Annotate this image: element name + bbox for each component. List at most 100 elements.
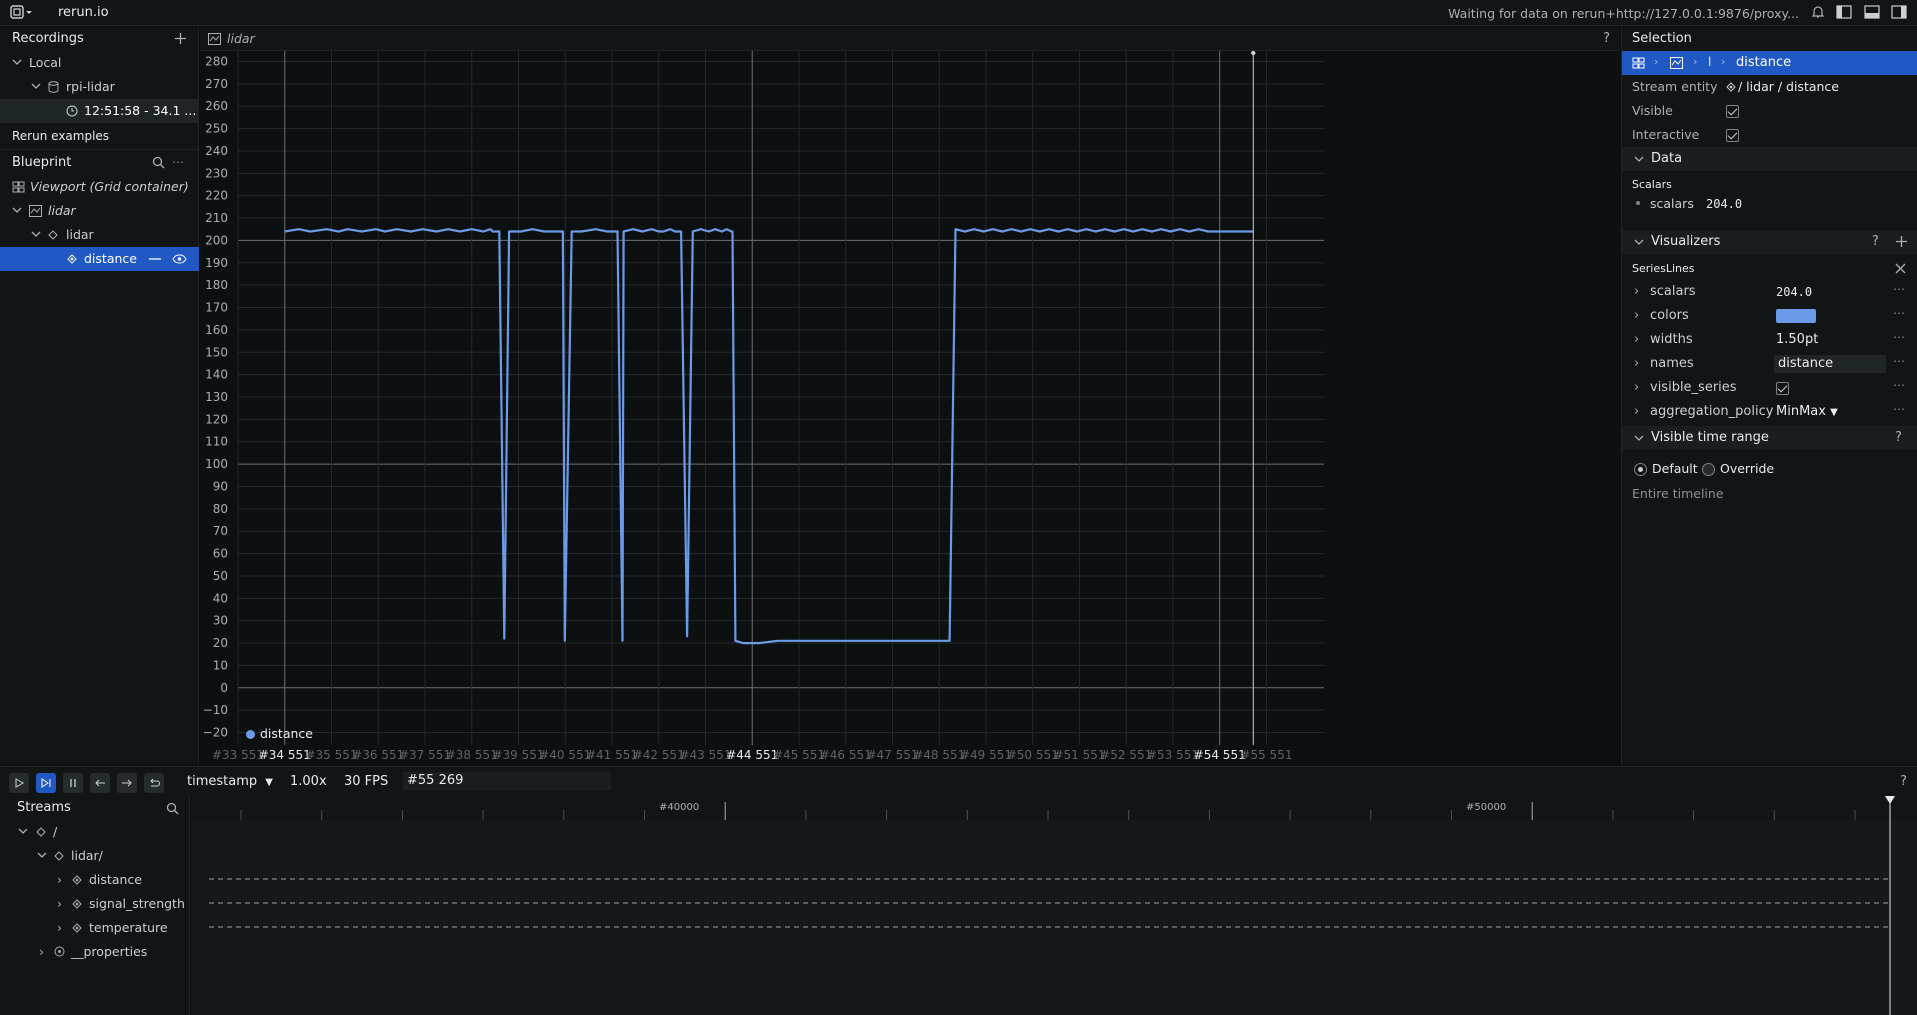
- top-bar: rerun.io Waiting for data on rerun+http:…: [0, 0, 1917, 26]
- stream-child-label: temperature: [89, 920, 168, 935]
- dropdown-caret-icon: ▼: [1830, 407, 1838, 418]
- chevron-down-icon: [1634, 239, 1644, 246]
- more-options-icon[interactable]: ⋯: [1893, 306, 1906, 320]
- toggle-left-panel-icon[interactable]: [1836, 5, 1852, 19]
- timeline-panel[interactable]: #40000 #50000: [191, 796, 1917, 1015]
- override-radio[interactable]: [1702, 463, 1715, 476]
- notifications-bell-icon[interactable]: [1811, 5, 1825, 19]
- time-range-help-icon[interactable]: ?: [1895, 426, 1902, 450]
- entity-diamond-icon: [67, 254, 77, 264]
- current-time-field[interactable]: #55 269: [403, 772, 611, 790]
- stream-root-label: /: [53, 824, 58, 839]
- visualizers-help-icon[interactable]: ?: [1872, 230, 1879, 254]
- stream-signal-strength[interactable]: › signal_strength: [0, 892, 190, 916]
- time-range-section-header[interactable]: Visible time range ?: [1622, 426, 1917, 450]
- view-tab-title[interactable]: lidar: [227, 31, 255, 46]
- step-forward-button[interactable]: [117, 773, 137, 793]
- recording-item[interactable]: 12:51:58 - 34.1 ...: [0, 99, 199, 123]
- y-tick-label: 10: [213, 658, 228, 672]
- x-tick-label: #38 551: [446, 748, 498, 762]
- visibility-eye-icon[interactable]: [172, 254, 187, 264]
- prop-value[interactable]: 1.50pt: [1776, 332, 1818, 347]
- chevron-right-icon: ›: [1693, 55, 1698, 68]
- breadcrumb-view-icon[interactable]: [1670, 57, 1683, 69]
- more-options-icon[interactable]: ⋯: [172, 155, 185, 169]
- stream-distance[interactable]: › distance: [0, 868, 190, 892]
- stream-root[interactable]: /: [0, 820, 190, 844]
- prop-value[interactable]: 204.0: [1776, 285, 1812, 299]
- rerun-logo-menu-icon[interactable]: [10, 5, 32, 21]
- x-tick-label: #42 551: [633, 748, 685, 762]
- more-options-icon[interactable]: ⋯: [1893, 354, 1906, 368]
- entity-diamond-icon: [1726, 82, 1736, 92]
- legend[interactable]: distance: [246, 726, 313, 741]
- pause-button[interactable]: [63, 773, 83, 793]
- view-help-icon[interactable]: ?: [1603, 31, 1610, 46]
- stream-properties[interactable]: › __properties: [0, 940, 190, 964]
- loop-button[interactable]: [144, 773, 164, 793]
- x-tick-label: #33 551: [212, 748, 264, 762]
- add-visualizer-plus-icon[interactable]: [1895, 235, 1908, 248]
- more-options-icon[interactable]: ⋯: [1893, 282, 1906, 296]
- streams-header: Streams: [17, 800, 71, 815]
- step-back-button[interactable]: [90, 773, 110, 793]
- stream-lidar[interactable]: lidar/: [0, 844, 190, 868]
- time-help-icon[interactable]: ?: [1900, 774, 1907, 789]
- visualizers-section-header[interactable]: Visualizers ?: [1622, 230, 1917, 254]
- left-panel: Recordings Local rpi-lidar 12:51:58 - 34…: [0, 27, 199, 765]
- y-tick-label: 270: [205, 77, 228, 91]
- search-icon[interactable]: [152, 156, 165, 169]
- entity-item-distance[interactable]: distance: [0, 247, 199, 271]
- breadcrumb-viewport-icon[interactable]: [1632, 57, 1645, 69]
- prop-row-names[interactable]: › names distance ⋯: [1622, 352, 1917, 376]
- data-section-header[interactable]: Data: [1622, 147, 1917, 171]
- prop-row-scalars[interactable]: › scalars 204.0 ⋯: [1622, 280, 1917, 304]
- app-item-rpi-lidar[interactable]: rpi-lidar: [0, 75, 199, 99]
- entity-label: distance: [84, 251, 137, 266]
- entity-diamond-icon: [72, 899, 82, 909]
- more-options-icon[interactable]: ⋯: [1893, 330, 1906, 344]
- follow-button[interactable]: [36, 773, 56, 793]
- prop-row-visible-series[interactable]: › visible_series ⋯: [1622, 376, 1917, 400]
- view-item-lidar[interactable]: lidar: [0, 199, 199, 223]
- playback-speed[interactable]: 1.00x: [290, 774, 327, 789]
- remove-visualizer-close-icon[interactable]: [1895, 263, 1906, 274]
- entity-group-lidar[interactable]: lidar: [0, 223, 199, 247]
- y-tick-label: 50: [213, 569, 228, 583]
- breadcrumb-entity-part[interactable]: l: [1708, 55, 1711, 69]
- color-swatch[interactable]: [1776, 309, 1816, 323]
- prop-row-widths[interactable]: › widths 1.50pt ⋯: [1622, 328, 1917, 352]
- y-tick-label: 190: [205, 256, 228, 270]
- stream-temperature[interactable]: › temperature: [0, 916, 190, 940]
- viewport-item[interactable]: Viewport (Grid container): [0, 175, 199, 199]
- prop-row-colors[interactable]: › colors ⋯: [1622, 304, 1917, 328]
- toggle-right-panel-icon[interactable]: [1891, 5, 1907, 19]
- rerun-examples-link[interactable]: Rerun examples: [12, 124, 109, 148]
- y-tick-label: 30: [213, 614, 228, 628]
- time-range-label: Visible time range: [1651, 430, 1769, 445]
- x-tick-label: #55 551: [1240, 748, 1292, 762]
- more-options-icon[interactable]: ⋯: [1893, 378, 1906, 392]
- plot-canvas[interactable]: 2802702602502402302202102001901801701601…: [200, 51, 1620, 765]
- add-recording-plus-icon[interactable]: [174, 32, 187, 45]
- play-button[interactable]: [9, 773, 29, 793]
- timeline-selector[interactable]: timestamp ▼: [187, 774, 273, 789]
- aggregation-dropdown[interactable]: MinMax ▼: [1776, 404, 1838, 419]
- data-section-label: Data: [1651, 151, 1683, 166]
- visible-series-checkbox[interactable]: [1776, 381, 1789, 396]
- remove-entity-icon[interactable]: [149, 258, 161, 260]
- chevron-down-icon: [18, 828, 28, 835]
- toggle-bottom-panel-icon[interactable]: [1864, 5, 1880, 19]
- names-input[interactable]: distance: [1774, 355, 1886, 373]
- interactive-checkbox[interactable]: [1726, 128, 1739, 143]
- search-icon[interactable]: [166, 802, 179, 815]
- more-options-icon[interactable]: ⋯: [1893, 402, 1906, 416]
- visible-checkbox[interactable]: [1726, 104, 1739, 119]
- stream-entity-value[interactable]: / lidar / distance: [1738, 75, 1839, 99]
- local-group[interactable]: Local: [0, 51, 199, 75]
- fps-setting[interactable]: 30 FPS: [344, 774, 388, 789]
- chevron-right-icon: ›: [1721, 55, 1726, 68]
- y-tick-label: 120: [205, 412, 228, 426]
- default-radio[interactable]: [1634, 463, 1647, 476]
- prop-row-aggregation-policy[interactable]: › aggregation_policy MinMax ▼ ⋯: [1622, 400, 1917, 424]
